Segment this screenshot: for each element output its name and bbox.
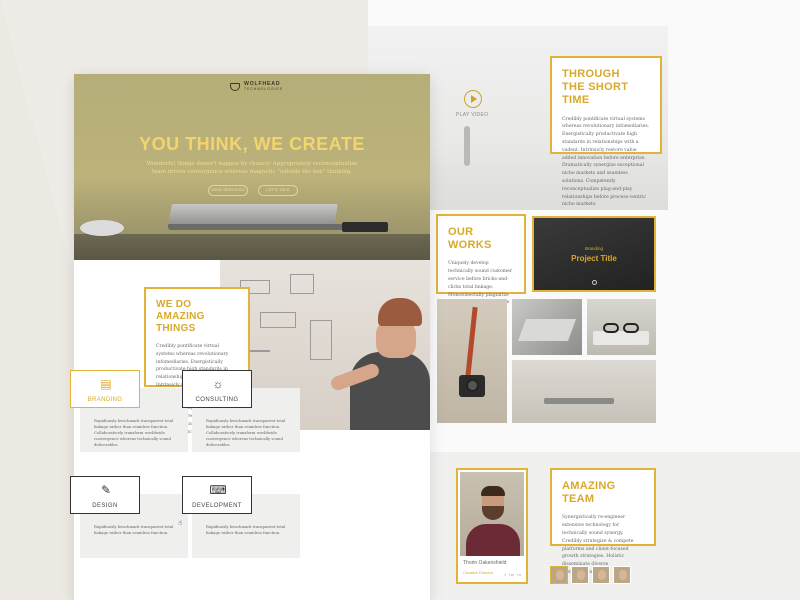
camera-lens	[466, 379, 479, 392]
our-works-card: OUR WORKS Uniquely develop technically s…	[436, 214, 526, 321]
service-label: DEVELOPMENT	[192, 503, 242, 509]
lightbulb-icon: ☼	[212, 377, 224, 391]
team-thumb[interactable]	[613, 566, 631, 584]
glasses-lens-left	[603, 323, 619, 333]
man-hat	[378, 298, 422, 326]
service-label: DESIGN	[92, 503, 118, 509]
desk-surface	[74, 234, 430, 260]
portfolio-camera-photo[interactable]	[437, 299, 507, 423]
team-thumb[interactable]	[571, 566, 589, 584]
document-icon: ▤	[100, 377, 112, 391]
service-description: Rapidiously benchmark transparent total …	[94, 418, 174, 448]
team-member-name: Thorin Oakenshield	[463, 560, 507, 566]
service-description: Rapidiously benchmark transparent total …	[206, 524, 286, 536]
brush-icon: ✎	[100, 483, 112, 497]
sketch-box	[260, 312, 296, 328]
social-icons[interactable]: f tw in	[505, 572, 522, 577]
laptop-object	[168, 204, 338, 226]
team-title: AMAZING TEAM	[562, 480, 616, 506]
view-services-button[interactable]: VIEW SERVICES	[208, 185, 248, 196]
lets-talk-button[interactable]: LET'S TALK	[258, 185, 298, 196]
team-thumb[interactable]	[592, 566, 610, 584]
photo-hair	[481, 486, 505, 496]
amazing-title-line2: AMAZING THINGS	[156, 311, 205, 334]
team-thumbnails	[550, 566, 631, 584]
project-link-icon[interactable]	[592, 280, 597, 285]
service-branding-box[interactable]: ▤ BRANDING	[70, 370, 140, 408]
through-short-time-card: THROUGH THE SHORT TIME Credibly pontific…	[550, 56, 662, 207]
service-consulting-box[interactable]: ☼ CONSULTING	[182, 370, 252, 408]
team-member-photo	[460, 472, 524, 556]
service-label: BRANDING	[87, 397, 123, 403]
camera-strap	[465, 306, 478, 378]
laptop-base	[168, 224, 344, 230]
hero-tagline: Wonderful things doesn't happen by chanc…	[146, 161, 358, 176]
project-subtitle: Branding	[584, 246, 603, 251]
amazing-team-card: AMAZING TEAM Synergistically re-engineer…	[550, 468, 656, 575]
mouse-cursor-icon: ☝	[178, 520, 183, 527]
photo-beard	[482, 506, 504, 520]
team-member-card[interactable]: Thorin Oakenshield Creative Director f t…	[456, 468, 528, 584]
photo-shirt	[466, 524, 520, 556]
glasses-lens-right	[623, 323, 639, 333]
code-icon: ⌨	[209, 483, 227, 497]
play-video-label[interactable]: PLAY VIDEO	[456, 112, 488, 118]
through-title: THROUGH THE SHORT TIME	[562, 68, 650, 108]
service-label: CONSULTING	[195, 397, 239, 403]
through-title-line1: THROUGH	[562, 68, 620, 80]
logo[interactable]: WOLFHEAD TECHNOLOGIES	[230, 81, 283, 92]
play-icon[interactable]	[464, 90, 482, 108]
sketch-box	[310, 320, 332, 360]
team-member-role: Creative Director	[463, 570, 494, 575]
laptop-shape	[544, 398, 614, 404]
amazing-title-line1: WE DO	[156, 299, 192, 310]
works-title: OUR WORKS	[448, 226, 492, 252]
wolf-logo-icon	[230, 82, 240, 91]
team-thumb[interactable]	[550, 566, 568, 584]
hero-section: WOLFHEAD TECHNOLOGIES YOU THINK, WE CREA…	[74, 74, 430, 260]
laptop-shape	[517, 319, 577, 341]
portfolio-laptop-photo[interactable]	[512, 299, 582, 355]
service-design-box[interactable]: ✎ DESIGN	[70, 476, 140, 514]
mouse-object	[80, 220, 124, 236]
service-description: Rapidiously benchmark transparent total …	[206, 418, 286, 448]
logo-subtitle: TECHNOLOGIES	[244, 87, 283, 92]
service-description: Rapidiously benchmark transparent total …	[94, 524, 174, 536]
project-tile[interactable]: Branding Project Title	[532, 216, 656, 292]
service-development-box[interactable]: ⌨ DEVELOPMENT	[182, 476, 252, 514]
through-body: Credibly pontificate virtual systems whe…	[562, 116, 650, 208]
through-title-line2: THE SHORT TIME	[562, 81, 629, 107]
right-page: PLAY VIDEO THROUGH THE SHORT TIME Credib…	[368, 0, 800, 600]
hero-headline: YOU THINK, WE CREATE	[139, 134, 365, 154]
portfolio-glasses-photo[interactable]	[587, 299, 656, 355]
portfolio-closed-laptop-photo[interactable]	[512, 360, 656, 423]
laptop-shape	[593, 331, 649, 345]
amazing-title: WE DO AMAZING THINGS	[156, 299, 238, 335]
sketch-box	[290, 274, 314, 294]
project-title: Project Title	[571, 254, 617, 263]
phone-object	[342, 222, 388, 232]
video-figure	[464, 126, 470, 166]
man-body	[350, 352, 430, 430]
